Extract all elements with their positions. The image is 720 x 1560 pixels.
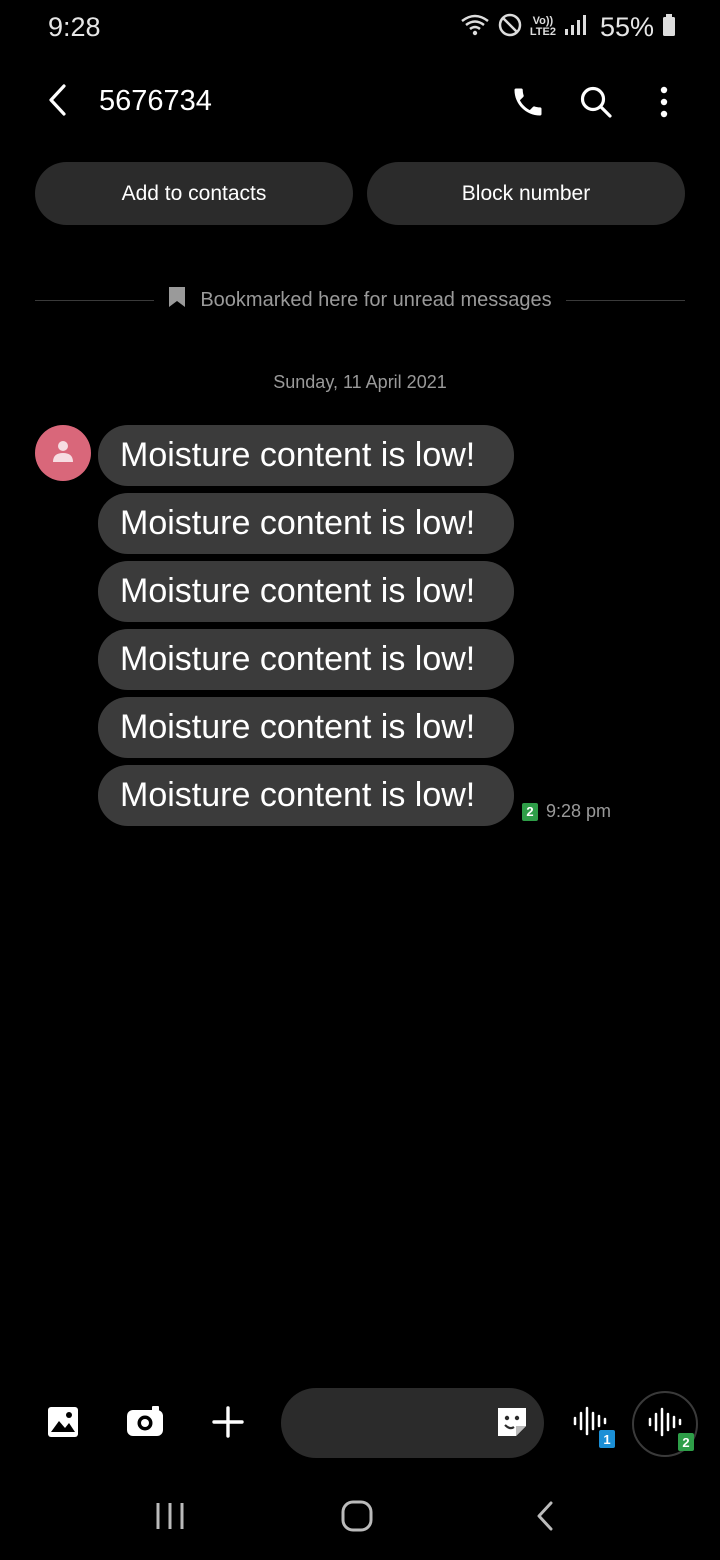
bookmark-icon bbox=[168, 286, 186, 314]
voice-sim1-button[interactable]: 1 bbox=[563, 1396, 617, 1450]
wifi-icon bbox=[460, 13, 490, 42]
message-meta: 2 9:28 pm bbox=[522, 801, 611, 822]
recent-apps-button[interactable] bbox=[140, 1494, 200, 1542]
message-bubble[interactable]: Moisture content is low! bbox=[98, 493, 514, 554]
message-bubble[interactable]: Moisture content is low! bbox=[98, 629, 514, 690]
sticker-icon bbox=[495, 1405, 529, 1444]
message-timestamp: 9:28 pm bbox=[546, 801, 612, 821]
status-icons: Vo)) LTE2 55% bbox=[460, 12, 676, 42]
sim-2-badge: 2 bbox=[522, 802, 538, 821]
gallery-button[interactable] bbox=[41, 1402, 85, 1446]
unread-bookmark-separator: Bookmarked here for unread messages bbox=[35, 284, 685, 316]
search-button[interactable] bbox=[572, 80, 620, 128]
nav-back-button[interactable] bbox=[515, 1494, 575, 1542]
phone-icon bbox=[510, 84, 546, 125]
block-number-button[interactable]: Block number bbox=[367, 162, 685, 225]
avatar[interactable] bbox=[35, 425, 91, 481]
call-button[interactable] bbox=[504, 80, 552, 128]
message-input[interactable] bbox=[305, 1388, 495, 1458]
system-nav-bar bbox=[0, 1480, 720, 1560]
compose-bar: 1 2 bbox=[0, 1388, 720, 1460]
status-time: 9:28 bbox=[48, 12, 101, 42]
divider bbox=[565, 299, 685, 301]
home-button[interactable] bbox=[327, 1494, 387, 1542]
sim-2-badge: 2 bbox=[678, 1433, 694, 1451]
sim-1-badge: 1 bbox=[599, 1430, 615, 1448]
back-nav-icon bbox=[535, 1500, 555, 1537]
recent-apps-icon bbox=[155, 1500, 185, 1537]
back-button[interactable] bbox=[36, 80, 80, 124]
bookmark-label-group: Bookmarked here for unread messages bbox=[154, 286, 565, 314]
message-bubble[interactable]: Moisture content is low! bbox=[98, 425, 514, 486]
battery-percent: 55% bbox=[599, 11, 654, 42]
signal-icon bbox=[564, 13, 586, 42]
date-separator: Sunday, 11 April 2021 bbox=[273, 372, 447, 392]
more-options-button[interactable] bbox=[640, 80, 688, 128]
home-icon bbox=[340, 1499, 374, 1538]
search-icon bbox=[579, 85, 613, 124]
camera-icon bbox=[126, 1405, 164, 1444]
message-bubble[interactable]: Moisture content is low! bbox=[98, 697, 514, 758]
more-vertical-icon bbox=[659, 86, 669, 123]
contact-title: 5676734 bbox=[99, 85, 212, 117]
conversation-header: 5676734 bbox=[0, 72, 720, 134]
add-to-contacts-button[interactable]: Add to contacts bbox=[35, 162, 353, 225]
message-bubble[interactable]: Moisture content is low! bbox=[98, 561, 514, 622]
message-composer[interactable] bbox=[281, 1388, 544, 1458]
voice-sim2-button[interactable]: 2 bbox=[632, 1391, 698, 1457]
lte-label: LTE2 bbox=[529, 26, 556, 38]
volte-indicator: Vo)) LTE2 bbox=[530, 16, 556, 38]
message-list: Moisture content is low! Moisture conten… bbox=[98, 425, 514, 833]
person-icon bbox=[51, 439, 75, 468]
do-not-disturb-icon bbox=[498, 13, 522, 42]
status-bar: 9:28 Vo)) LTE2 55% bbox=[0, 0, 720, 56]
attach-button[interactable] bbox=[206, 1402, 250, 1446]
back-arrow-icon bbox=[46, 83, 70, 122]
plus-icon bbox=[212, 1405, 244, 1443]
image-icon bbox=[46, 1405, 80, 1444]
battery-icon bbox=[662, 13, 676, 42]
message-bubble[interactable]: Moisture content is low! bbox=[98, 765, 514, 826]
bookmark-text: Bookmarked here for unread messages bbox=[200, 288, 552, 311]
sticker-button[interactable] bbox=[494, 1406, 530, 1442]
camera-button[interactable] bbox=[123, 1402, 167, 1446]
divider bbox=[35, 299, 155, 301]
